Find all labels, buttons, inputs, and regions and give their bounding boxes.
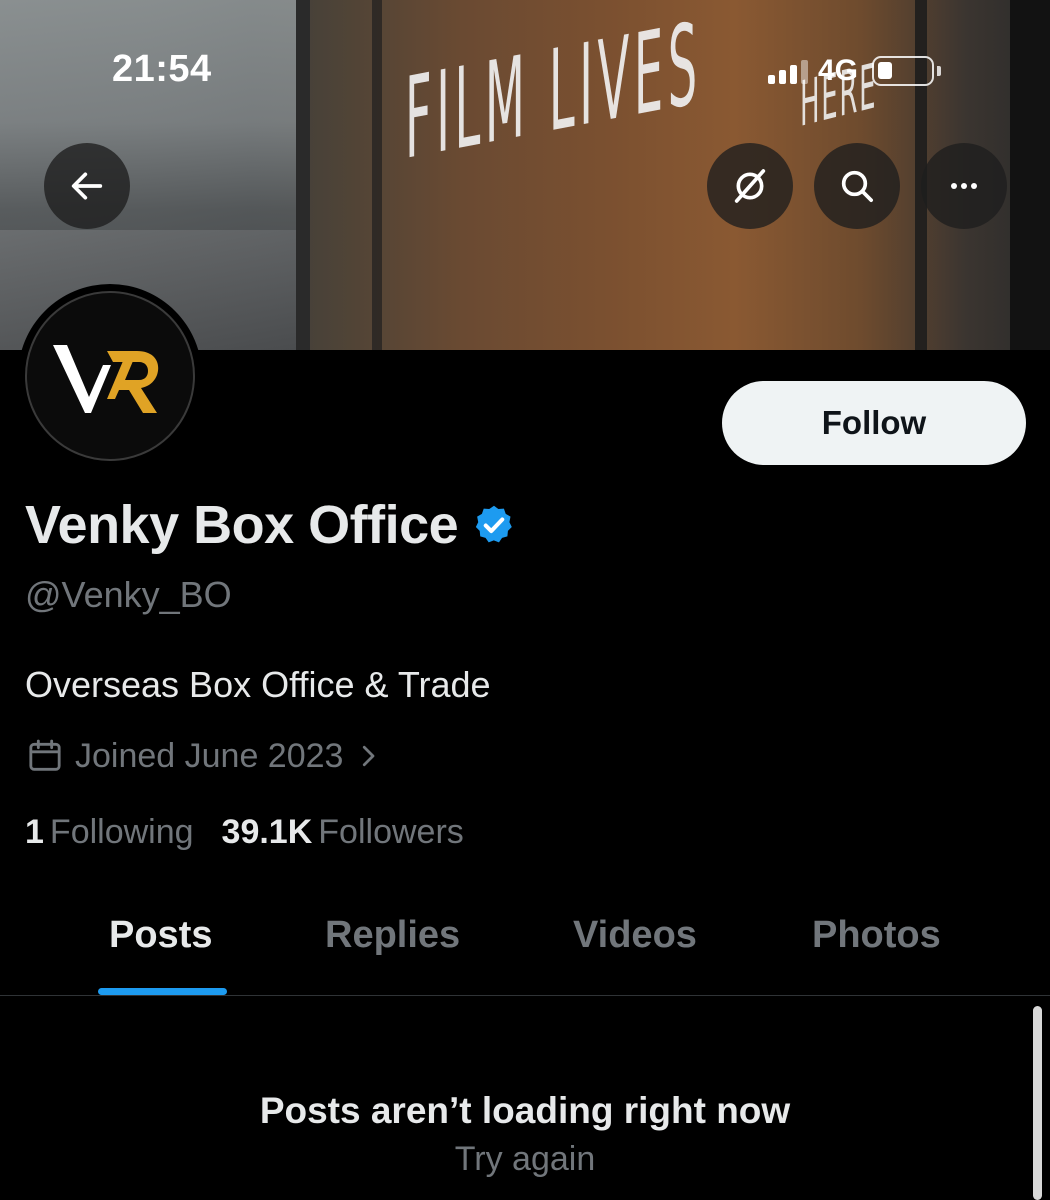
status-time: 21:54: [112, 48, 212, 90]
tab-videos[interactable]: Videos: [573, 914, 697, 957]
search-icon: [841, 170, 873, 203]
active-tab-indicator: [98, 988, 227, 995]
tab-photos[interactable]: Photos: [812, 914, 941, 957]
followers-count: 39.1K: [221, 813, 313, 851]
chevron-right-icon: [363, 745, 375, 767]
followers-link[interactable]: 39.1K Followers: [222, 813, 464, 852]
banner-door-frame: [1010, 0, 1050, 350]
banner-door-frame: [372, 0, 382, 350]
avatar-logo: [25, 291, 195, 461]
translate-button[interactable]: [707, 143, 793, 229]
tab-posts[interactable]: Posts: [109, 914, 212, 957]
following-link[interactable]: 1 Following: [25, 813, 194, 852]
banner-door-frame: [296, 0, 310, 350]
joined-date: Joined June 2023: [75, 736, 344, 775]
back-button[interactable]: [44, 143, 130, 229]
following-count: 1: [25, 813, 44, 851]
profile-handle: @Venky_BO: [25, 574, 232, 615]
signal-icon: [768, 58, 808, 84]
battery-icon: [872, 56, 942, 86]
verified-badge-icon[interactable]: [472, 503, 516, 547]
translate-off-icon: [734, 169, 766, 203]
status-indicators: 4G: [768, 54, 942, 88]
calendar-icon: [29, 739, 61, 771]
follow-button[interactable]: Follow: [722, 381, 1026, 465]
scrollbar[interactable]: [1033, 1006, 1042, 1200]
more-options-button[interactable]: [921, 143, 1007, 229]
follow-stats: 1 Following 39.1K Followers: [25, 813, 464, 852]
joined-date-row[interactable]: Joined June 2023: [25, 736, 383, 776]
search-button[interactable]: [814, 143, 900, 229]
display-name-row: Venky Box Office: [25, 494, 516, 556]
display-name: Venky Box Office: [25, 495, 459, 555]
feed-error-title: Posts aren’t loading right now: [259, 1090, 791, 1131]
tab-replies[interactable]: Replies: [325, 914, 460, 957]
profile-tabs: Posts Replies Videos Photos: [0, 900, 1050, 996]
vr-logo-icon: [53, 345, 159, 413]
followers-label: Followers: [318, 813, 464, 851]
profile-bio: Overseas Box Office & Trade: [25, 664, 491, 705]
more-icon: [951, 183, 977, 189]
network-label: 4G: [818, 54, 859, 87]
avatar[interactable]: [18, 284, 202, 468]
following-label: Following: [49, 813, 194, 851]
back-arrow-icon: [71, 172, 103, 200]
banner-sign-text: FILM LIVES: [405, 0, 702, 186]
retry-button[interactable]: Try again: [0, 1140, 1050, 1179]
